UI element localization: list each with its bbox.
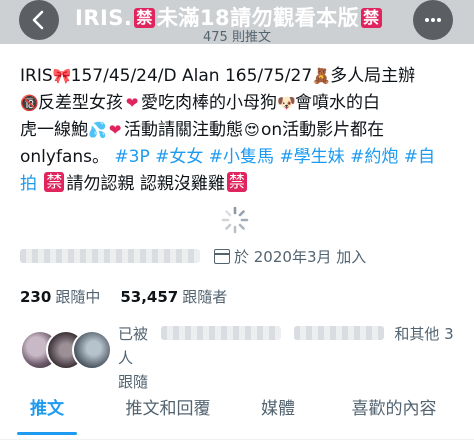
hashtag-link[interactable]: #女女	[155, 147, 203, 167]
redacted-text	[293, 326, 384, 340]
hashtag-link[interactable]: #小隻馬	[209, 147, 274, 167]
bio-text: 157/45/24/D Alan 165/75/27	[70, 66, 313, 86]
bio-text: 愛吃肉棒的小母狗	[141, 93, 277, 113]
ban-emoji: 禁	[134, 8, 155, 28]
bio-text: 反差型女孩	[38, 93, 123, 113]
hashtag-link[interactable]: #學生妹	[279, 147, 344, 167]
sweat-droplets-icon: 💦	[88, 121, 107, 139]
following-label: 跟隨中	[55, 288, 101, 306]
followed-by-line2: 跟隨	[118, 373, 149, 391]
followed-by-text[interactable]: 已被 和其他 3 人 跟隨	[118, 322, 458, 394]
active-tab-indicator	[17, 432, 77, 435]
redacted-text	[160, 326, 281, 340]
heart-icon: ❤	[108, 121, 122, 139]
avatar	[72, 330, 112, 370]
profile-bio: IRIS🎀157/45/24/D Alan 165/75/27🧸多人局主辦 🔞反…	[20, 63, 460, 198]
hashtag-link[interactable]: #自	[404, 147, 435, 167]
tweet-count: 475 則推文	[203, 30, 271, 45]
bio-text: 會噴水的白	[295, 93, 380, 113]
ribbon-icon: 🎀	[52, 67, 72, 85]
follow-stats: 230 跟隨中 53,457 跟隨者	[20, 286, 227, 307]
heart-icon: ❤	[125, 94, 139, 112]
following-link[interactable]: 230 跟隨中	[20, 288, 100, 306]
bio-text: onlyfans。	[20, 147, 109, 167]
more-button[interactable]	[413, 0, 453, 40]
tab-media[interactable]: 媒體	[250, 390, 306, 440]
more-icon	[437, 18, 441, 22]
profile-tabs: 推文 推文和回覆 媒體 喜歡的內容	[0, 390, 474, 440]
followed-by-prefix: 已被	[118, 325, 149, 343]
followers-you-know-avatars[interactable]	[20, 330, 130, 370]
following-count: 230	[20, 288, 52, 306]
profile-header: IRIS. 禁未滿18請勿觀看本版禁 475 則推文	[0, 0, 474, 45]
followers-count: 53,457	[120, 288, 179, 306]
calendar-icon	[214, 249, 230, 264]
heart-eyes-icon: 😍	[244, 121, 260, 139]
bio-text: IRIS	[20, 66, 53, 86]
bear-icon: 🧸	[312, 67, 331, 85]
ban-emoji: 禁	[226, 172, 247, 192]
ban-emoji: 禁	[361, 8, 382, 28]
dog-icon: 🐶	[277, 94, 296, 112]
eighteen-plus-icon: 🔞	[20, 94, 39, 112]
followers-label: 跟隨者	[182, 288, 228, 306]
bio-text: 活動請關注動態	[124, 120, 243, 140]
profile-meta: 於 2020年3月 加入	[20, 246, 366, 268]
bio-text: on活動影片都在	[261, 120, 385, 140]
join-date: 於 2020年3月 加入	[234, 248, 367, 266]
bio-text: 請勿認親 認親沒雞雞	[66, 174, 225, 194]
more-icon	[425, 18, 429, 22]
bio-text: 多人局主辦	[330, 66, 416, 86]
bio-text: 虎一線鮑	[20, 120, 88, 140]
hashtag-link[interactable]: #約炮	[350, 147, 398, 167]
followers-link[interactable]: 53,457 跟隨者	[120, 288, 227, 306]
loading-spinner-icon	[221, 206, 249, 234]
hashtag-link[interactable]: #3P	[114, 147, 149, 167]
hashtag-link[interactable]: 拍	[20, 174, 37, 194]
tab-likes[interactable]: 喜歡的內容	[335, 390, 453, 440]
redacted-text	[20, 249, 200, 263]
more-icon	[431, 18, 435, 22]
tab-tweets-and-replies[interactable]: 推文和回覆	[112, 390, 224, 440]
ban-emoji: 禁	[44, 172, 65, 192]
